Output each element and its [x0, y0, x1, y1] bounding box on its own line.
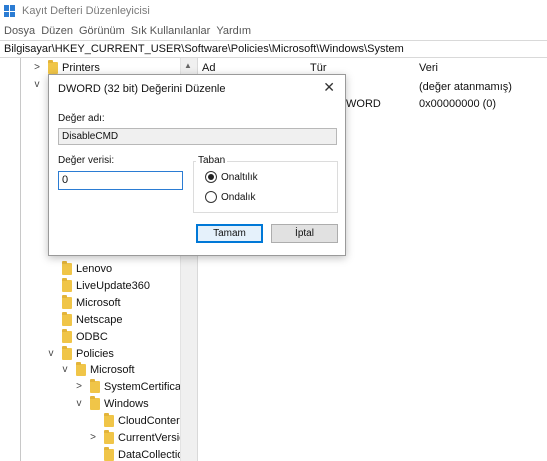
radio-dec-label: Ondalık [221, 191, 256, 203]
value-name-field: DisableCMD [58, 128, 337, 145]
chevron-down-icon[interactable]: v [74, 398, 84, 409]
folder-icon [62, 311, 72, 326]
chevron-down-icon[interactable]: v [46, 348, 56, 359]
column-type-header[interactable]: Tür [310, 62, 327, 74]
chevron-right-icon[interactable]: > [74, 381, 84, 392]
tree-item-label: Microsoft [90, 363, 135, 376]
column-name-header[interactable]: Ad [202, 62, 215, 74]
tree-item-label: Windows [104, 397, 149, 410]
tree-item-label: Microsoft [76, 296, 121, 309]
tree-item-expanded[interactable]: v [32, 76, 48, 93]
folder-icon [104, 446, 114, 461]
value-data-input[interactable]: 0 [58, 171, 183, 190]
tree-item-label: CurrentVersio [118, 431, 180, 444]
column-data-header[interactable]: Veri [419, 62, 438, 74]
folder-icon [76, 361, 86, 376]
tree-item-label: Netscape [76, 313, 123, 326]
value-name-label: Değer adı: [58, 113, 105, 124]
title-bar: Kayıt Defteri Düzenleyicisi [0, 0, 547, 22]
tree-item-netscape[interactable]: Netscape [46, 311, 122, 328]
menu-favorites[interactable]: Sık Kullanılanlar [131, 25, 211, 37]
folder-icon [62, 345, 72, 360]
menu-bar: Dosya Düzen Görünüm Sık Kullanılanlar Ya… [0, 22, 547, 40]
value-row-default-data: (değer atanmamış) [419, 81, 512, 93]
window-title: Kayıt Defteri Düzenleyicisi [22, 5, 150, 17]
close-icon[interactable]: ✕ [323, 80, 335, 94]
address-bar[interactable]: Bilgisayar\HKEY_CURRENT_USER\Software\Po… [0, 40, 547, 58]
folder-icon [62, 294, 72, 309]
chevron-right-icon[interactable]: > [88, 432, 98, 443]
radio-checked-icon[interactable] [205, 171, 217, 183]
folder-icon [48, 59, 58, 74]
scroll-up-icon[interactable]: ▲ [181, 60, 195, 72]
tree-item-lenovo[interactable]: Lenovo [46, 260, 112, 277]
menu-edit[interactable]: Düzen [41, 25, 73, 37]
tree-item-datacollection[interactable]: DataCollectio [88, 446, 180, 461]
folder-icon [104, 429, 114, 444]
tree-item-cloudcontent[interactable]: CloudConter [88, 412, 180, 429]
value-data-label: Değer verisi: [58, 155, 115, 166]
tree-item-label: Lenovo [76, 262, 113, 275]
tree-item-liveupdate360[interactable]: LiveUpdate360 [46, 277, 150, 294]
tree-item-label: DataCollectio [118, 448, 180, 461]
folder-icon [90, 395, 100, 410]
tree-item-label: SystemCertificat [104, 380, 180, 393]
tree-item-currentversion[interactable]: > CurrentVersio [88, 429, 180, 446]
registry-icon [4, 5, 16, 17]
value-row-dword-type: WORD [346, 98, 381, 110]
dialog-title: DWORD (32 bit) Değerini Düzenle [58, 83, 226, 95]
tree-item-systemcertificates[interactable]: > SystemCertificat [74, 378, 180, 395]
folder-icon [62, 328, 72, 343]
tree-item-label: CloudConter [118, 414, 180, 427]
folder-icon [104, 412, 114, 427]
base-label: Taban [196, 155, 228, 166]
radio-hexadecimal[interactable]: Onaltılık [205, 171, 258, 183]
tree-item-label: Printers [62, 61, 100, 74]
tree-item-microsoft[interactable]: Microsoft [46, 294, 121, 311]
address-path: Bilgisayar\HKEY_CURRENT_USER\Software\Po… [4, 43, 404, 55]
base-groupbox [193, 161, 338, 213]
folder-icon [90, 378, 100, 393]
edit-dword-dialog: DWORD (32 bit) Değerini Düzenle ✕ Değer … [48, 74, 346, 256]
tree-item-windows[interactable]: v Windows [74, 395, 149, 412]
menu-file[interactable]: Dosya [4, 25, 35, 37]
value-row-dword-data: 0x00000000 (0) [419, 98, 497, 110]
tree-item-policies-microsoft[interactable]: v Microsoft [60, 361, 135, 378]
folder-icon [62, 277, 72, 292]
chevron-down-icon[interactable]: v [60, 364, 70, 375]
tree-item-odbc[interactable]: ODBC [46, 328, 108, 345]
chevron-right-icon[interactable]: > [32, 62, 42, 73]
tree-item-policies[interactable]: v Policies [46, 345, 114, 362]
menu-help[interactable]: Yardım [216, 25, 251, 37]
ok-button[interactable]: Tamam [196, 224, 263, 243]
chevron-down-icon[interactable]: v [32, 79, 42, 90]
tree-item-label: ODBC [76, 330, 108, 343]
tree-item-label: Policies [76, 347, 114, 360]
tree-item-label: LiveUpdate360 [76, 279, 151, 292]
radio-unchecked-icon[interactable] [205, 191, 217, 203]
cancel-button[interactable]: İptal [271, 224, 338, 243]
folder-icon [62, 260, 72, 275]
radio-decimal[interactable]: Ondalık [205, 191, 255, 203]
menu-view[interactable]: Görünüm [79, 25, 125, 37]
radio-hex-label: Onaltılık [221, 171, 258, 183]
